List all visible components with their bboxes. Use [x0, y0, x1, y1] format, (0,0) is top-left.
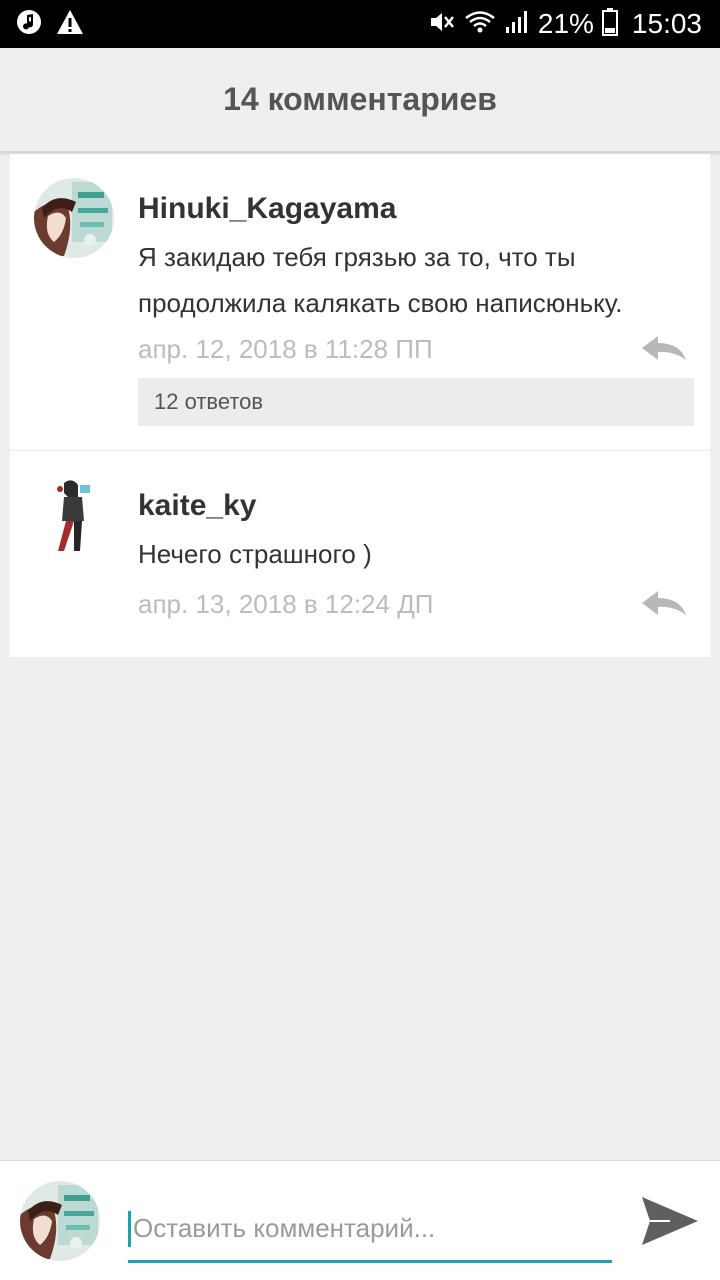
comment-date: апр. 13, 2018 в 12:24 ДП — [138, 589, 434, 619]
warning-icon — [56, 9, 84, 40]
signal-icon — [504, 9, 530, 40]
comment-input-placeholder: Оставить комментарий... — [133, 1213, 436, 1243]
send-icon[interactable] — [640, 1193, 700, 1249]
comment-text: Нечего страшного ) — [138, 539, 372, 569]
comment-item: kaite_ky Нечего страшного ) апр. 13, 201… — [10, 451, 710, 657]
battery-percent: 21% — [537, 8, 594, 39]
status-bar: 21% 15:03 — [0, 0, 720, 48]
current-user-avatar — [20, 1181, 100, 1261]
comment-item: Hinuki_Kagayama Я закидаю тебя грязью за… — [10, 154, 710, 451]
comment-date: апр. 12, 2018 в 11:28 ПП — [138, 334, 433, 364]
mute-icon — [428, 9, 456, 40]
comment-author[interactable]: kaite_ky — [138, 489, 256, 523]
reply-icon[interactable] — [640, 334, 688, 364]
avatar[interactable] — [34, 178, 114, 258]
comment-author[interactable]: Hinuki_Kagayama — [138, 192, 396, 226]
comment-input[interactable]: Оставить комментарий... — [128, 1197, 612, 1263]
comment-text: Я закидаю тебя грязью за то, что ты прод… — [138, 242, 623, 318]
comment-compose-bar: Оставить комментарий... — [0, 1160, 720, 1280]
page-title: 14 комментариев — [223, 81, 497, 117]
wifi-icon — [464, 9, 496, 40]
clock: 15:03 — [631, 8, 702, 39]
view-replies-button[interactable]: 12 ответов — [138, 378, 694, 426]
avatar[interactable] — [34, 475, 114, 555]
comments-header: 14 комментариев — [0, 48, 720, 152]
battery-icon — [601, 7, 618, 41]
text-caret — [128, 1210, 131, 1247]
music-notification-icon — [16, 9, 42, 40]
reply-icon[interactable] — [640, 589, 688, 619]
comment-list: Hinuki_Kagayama Я закидаю тебя грязью за… — [10, 154, 710, 657]
